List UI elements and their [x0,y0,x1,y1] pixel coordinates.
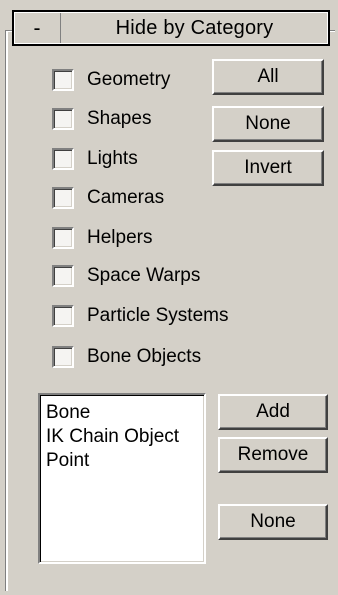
space-warps-label: Space Warps [87,265,201,286]
list-item[interactable]: Point [46,449,204,473]
all-button[interactable]: All [212,59,324,95]
bone-objects-label: Bone Objects [87,346,202,367]
space-warps-checkbox[interactable] [52,265,74,287]
bone-objects-checkbox[interactable] [52,346,74,368]
list-none-button[interactable]: None [218,504,328,540]
list-item[interactable]: Bone [46,401,204,425]
checkbox-row-space-warps[interactable]: Space Warps [52,263,200,289]
checkbox-row-shapes[interactable]: Shapes [52,106,151,132]
remove-button[interactable]: Remove [218,437,328,473]
rollout-title: Hide by Category [115,16,274,39]
checkbox-row-cameras[interactable]: Cameras [52,185,164,211]
geometry-label: Geometry [87,69,171,90]
cameras-checkbox[interactable] [52,187,74,209]
shapes-label: Shapes [87,108,152,129]
checkbox-row-lights[interactable]: Lights [52,146,138,172]
checkbox-row-helpers[interactable]: Helpers [52,225,152,251]
invert-button[interactable]: Invert [212,150,324,186]
lights-label: Lights [87,148,138,169]
checkbox-row-geometry[interactable]: Geometry [52,67,170,93]
helpers-label: Helpers [87,227,153,248]
list-item[interactable]: IK Chain Object [46,425,204,449]
geometry-checkbox[interactable] [52,69,74,91]
shapes-checkbox[interactable] [52,108,74,130]
rollout-header-hide-by-category[interactable]: - Hide by Category [12,10,330,46]
category-listbox[interactable]: Bone IK Chain Object Point [38,393,206,564]
none-button[interactable]: None [212,106,324,142]
helpers-checkbox[interactable] [52,227,74,249]
checkbox-row-particle-systems[interactable]: Particle Systems [52,303,228,329]
particle-systems-label: Particle Systems [87,305,229,326]
checkbox-row-bone-objects[interactable]: Bone Objects [52,344,201,370]
cameras-label: Cameras [87,187,165,208]
lights-checkbox[interactable] [52,148,74,170]
particle-systems-checkbox[interactable] [52,305,74,327]
collapse-toggle-icon[interactable]: - [14,12,61,44]
add-button[interactable]: Add [218,394,328,430]
